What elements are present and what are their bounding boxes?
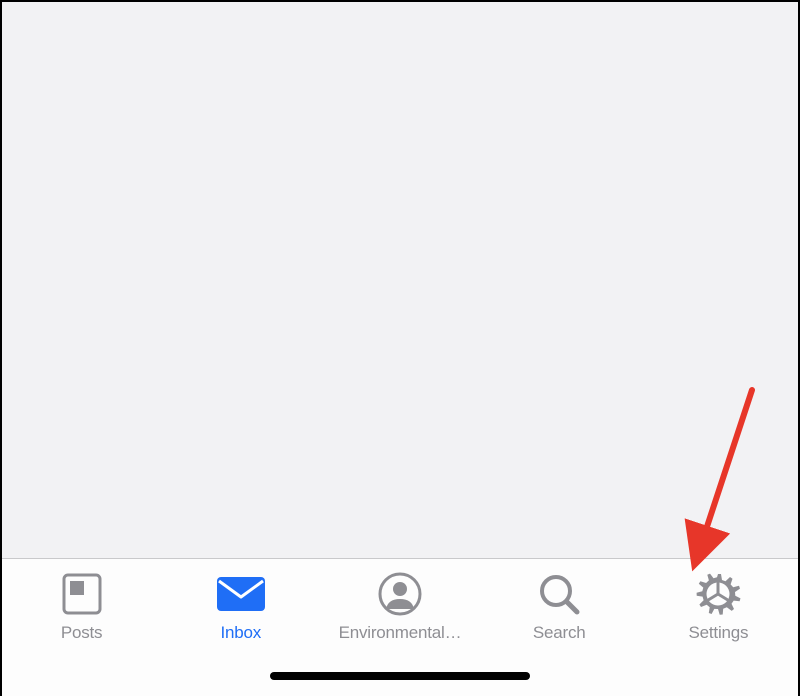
posts-icon <box>61 571 103 617</box>
home-indicator[interactable] <box>270 672 530 680</box>
person-icon <box>378 571 422 617</box>
tab-inbox[interactable]: Inbox <box>161 571 320 643</box>
tab-search-label: Search <box>533 623 586 643</box>
tab-posts[interactable]: Posts <box>2 571 161 643</box>
tab-settings[interactable]: Settings <box>639 571 798 643</box>
inbox-icon <box>217 571 265 617</box>
tab-posts-label: Posts <box>61 623 103 643</box>
settings-icon <box>695 571 741 617</box>
search-icon <box>537 571 581 617</box>
tab-environmental-label: Environmental… <box>339 623 462 643</box>
tab-environmental[interactable]: Environmental… <box>320 571 479 643</box>
tab-inbox-label: Inbox <box>221 623 262 643</box>
tab-search[interactable]: Search <box>480 571 639 643</box>
content-area <box>2 2 798 558</box>
tab-settings-label: Settings <box>689 623 749 643</box>
